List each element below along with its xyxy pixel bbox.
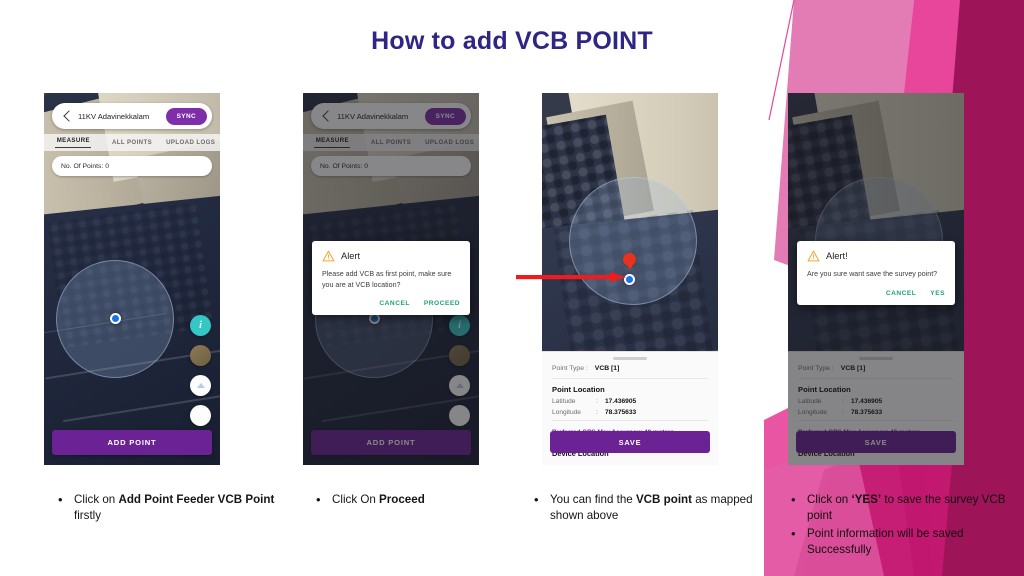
dialog-message: Please add VCB as first point, make sure… xyxy=(322,270,452,289)
app-bar-title: 11KV Adavinekkalam xyxy=(78,111,150,121)
caption-lead: Click on xyxy=(74,493,119,506)
chevron-left-icon[interactable] xyxy=(59,108,75,124)
save-button[interactable]: SAVE xyxy=(550,431,710,453)
map-layer-fab-icon[interactable] xyxy=(190,345,211,366)
point-details-sheet: Point Type : VCB [1] Point Location Lati… xyxy=(542,351,718,465)
phone-screenshot-step1: 11KV Adavinekkalam SYNC MEASURE ALL POIN… xyxy=(44,93,220,465)
caption-bullet: Click on Add Point Feeder VCB Point firs… xyxy=(52,491,282,525)
caption-bold: Proceed xyxy=(379,493,425,506)
caption-bold: VCB point xyxy=(635,493,692,506)
dialog-actions: CANCEL YES xyxy=(807,290,945,299)
caption-lead: You can find the xyxy=(550,493,636,506)
caption-step4: Click on ‘YES’ to save the survey VCB po… xyxy=(785,491,1015,560)
point-type-label: Point Type : xyxy=(552,364,588,372)
blue-location-dot-icon xyxy=(110,313,121,324)
slide-root: How to add VCB POINT 11KV Adavinekkalam … xyxy=(0,0,1024,576)
latitude-row: Latitude : 17.436905 xyxy=(542,396,718,407)
dialog-title: Alert xyxy=(341,251,361,261)
alert-dialog-save: Alert! Are you sure want save the survey… xyxy=(797,241,955,305)
floating-action-buttons: i xyxy=(190,315,211,426)
caption-bullet: Click On Proceed xyxy=(310,491,520,510)
red-map-pin-icon xyxy=(623,253,636,266)
phone-screenshot-step2: 11KV Adavinekkalam SYNC MEASURE ALL POIN… xyxy=(303,93,479,465)
tab-all-points[interactable]: ALL POINTS xyxy=(103,139,162,146)
caption-lead: Click On xyxy=(332,493,380,506)
caption-bullet: Click on ‘YES’ to save the survey VCB po… xyxy=(785,491,1015,525)
longitude-row: Longitude : 78.375633 xyxy=(542,407,718,418)
sync-button[interactable]: SYNC xyxy=(165,107,207,125)
tab-upload-logs[interactable]: UPLOAD LOGS xyxy=(161,139,220,146)
points-count-pill: No. Of Points: 0 xyxy=(52,156,212,176)
longitude-label: Longitude xyxy=(552,408,581,416)
point-type-row: Point Type : VCB [1] xyxy=(542,360,718,376)
latitude-label: Latitude xyxy=(552,397,576,405)
longitude-value: 78.375633 xyxy=(605,408,637,416)
separator: : xyxy=(596,397,598,405)
yes-button[interactable]: YES xyxy=(930,290,945,297)
divider xyxy=(552,377,708,379)
app-bar: 11KV Adavinekkalam SYNC xyxy=(52,103,212,129)
caption-step2: Click On Proceed xyxy=(310,491,520,510)
dialog-title: Alert! xyxy=(826,251,848,261)
red-arrow-annotation xyxy=(516,272,626,283)
navigate-fab-icon[interactable] xyxy=(190,375,211,396)
caption-step1: Click on Add Point Feeder VCB Point firs… xyxy=(52,491,282,526)
add-point-button[interactable]: ADD POINT xyxy=(52,430,212,455)
proceed-button[interactable]: PROCEED xyxy=(424,300,460,307)
caption-bullet: Point information will be saved Successf… xyxy=(785,525,1015,559)
caption-bullet: You can find the VCB point as mapped sho… xyxy=(528,491,768,525)
dialog-header: Alert! xyxy=(807,250,945,262)
dialog-actions: CANCEL PROCEED xyxy=(322,300,460,309)
alert-dialog-proceed: Alert Please add VCB as first point, mak… xyxy=(312,241,470,316)
cancel-button[interactable]: CANCEL xyxy=(886,290,916,297)
separator: : xyxy=(596,408,598,416)
warning-triangle-icon xyxy=(807,250,820,262)
warning-triangle-icon xyxy=(322,250,335,262)
tab-bar: MEASURE ALL POINTS UPLOAD LOGS xyxy=(44,134,220,151)
latitude-value: 17.436905 xyxy=(605,397,637,405)
info-fab-icon[interactable]: i xyxy=(190,315,211,336)
point-location-heading: Point Location xyxy=(552,384,605,394)
cancel-button[interactable]: CANCEL xyxy=(379,300,409,307)
point-type-value: VCB [1] xyxy=(594,364,620,372)
caption-lead: Click on xyxy=(807,493,852,506)
caption-bold: Add Point Feeder VCB Point xyxy=(118,493,275,506)
page-title: How to add VCB POINT xyxy=(371,27,653,55)
caption-line: Point information will be saved Successf… xyxy=(807,526,964,557)
tab-measure[interactable]: MEASURE xyxy=(44,137,103,149)
dialog-message: Are you sure want save the survey point? xyxy=(807,270,938,278)
divider xyxy=(552,419,708,421)
caption-bold: ‘YES’ xyxy=(851,493,882,506)
dialog-header: Alert xyxy=(322,250,460,262)
caption-step3: You can find the VCB point as mapped sho… xyxy=(528,491,768,526)
gps-accuracy-circle xyxy=(569,177,697,305)
caption-tail: firstly xyxy=(74,509,102,523)
my-location-fab-icon[interactable] xyxy=(190,405,211,426)
phone-screenshot-step4: Point Type : VCB [1] Point Location Lati… xyxy=(788,93,964,465)
